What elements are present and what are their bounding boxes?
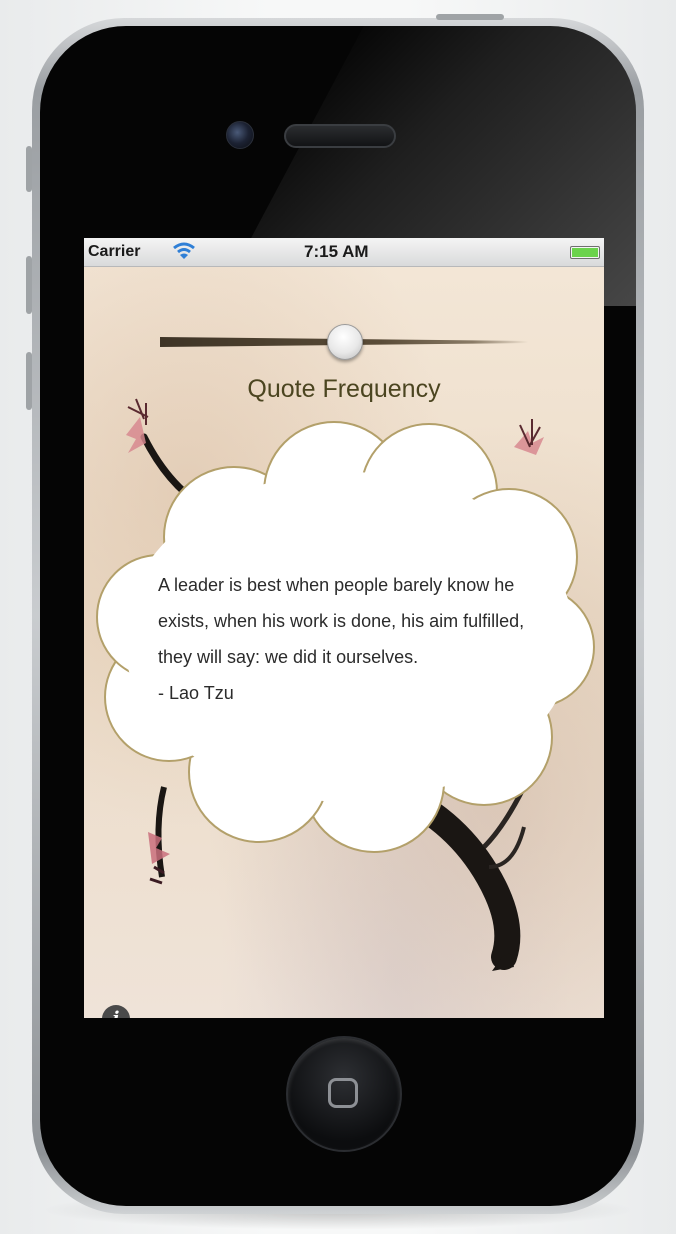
quote-author: - Lao Tzu [158,683,234,703]
phone-bezel: Carrier 7:15 AM Quote Frequency A leader… [40,26,636,1206]
power-button [436,14,504,20]
quote-frequency-slider[interactable] [160,324,528,360]
status-bar: Carrier 7:15 AM [84,238,604,267]
quote-text: A leader is best when people barely know… [158,575,525,667]
earpiece-speaker [284,124,396,148]
quote-text-block: A leader is best when people barely know… [158,567,558,711]
slider-thumb[interactable] [327,324,363,360]
carrier-label: Carrier [88,243,141,260]
battery-level [572,248,598,257]
watercolor-background: Quote Frequency A leader is best when pe… [84,267,604,1018]
quote-frequency-label: Quote Frequency [247,375,441,403]
home-button[interactable] [286,1036,402,1152]
wifi-icon [172,241,196,266]
phone-frame: Carrier 7:15 AM Quote Frequency A leader… [26,14,644,1214]
volume-down-button [26,352,32,410]
battery-icon [570,246,600,259]
mute-switch [26,146,32,192]
volume-up-button [26,256,32,314]
front-camera [226,121,254,149]
clock: 7:15 AM [304,242,369,261]
app-screen: Carrier 7:15 AM Quote Frequency A leader… [84,238,604,1018]
home-square-icon [328,1078,358,1108]
